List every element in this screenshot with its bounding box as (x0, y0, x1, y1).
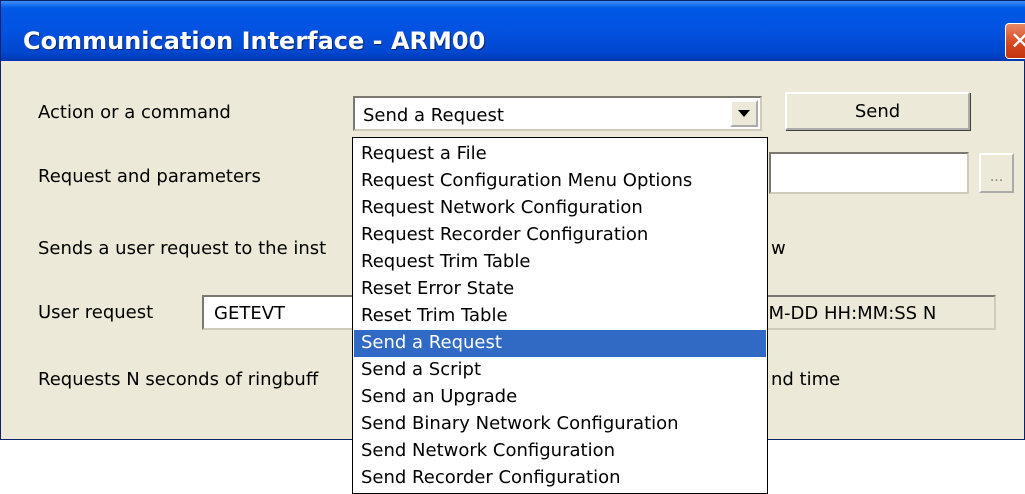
close-icon: ✕ (1009, 27, 1025, 55)
window-title: Communication Interface - ARM00 (23, 27, 486, 55)
action-combobox[interactable]: Send a Request (353, 96, 762, 131)
request-parameters-label: Request and parameters (38, 166, 261, 187)
action-label: Action or a command (38, 102, 231, 123)
format-hint-text: MM-DD HH:MM:SS N (753, 303, 937, 324)
dropdown-item[interactable]: Reset Error State (354, 276, 766, 303)
dropdown-item-selected[interactable]: Send a Request (354, 330, 766, 357)
dropdown-item[interactable]: Send a Script (354, 357, 766, 384)
format-hint-field: MM-DD HH:MM:SS N (741, 295, 996, 330)
dropdown-item[interactable]: Send an Upgrade (354, 384, 766, 411)
dropdown-item[interactable]: Request Configuration Menu Options (354, 168, 766, 195)
user-request-value: GETEVT (214, 303, 285, 324)
user-request-input[interactable]: GETEVT (202, 295, 362, 330)
dropdown-item[interactable]: Send Binary Network Configuration (354, 411, 766, 438)
dropdown-item[interactable]: Request Recorder Configuration (354, 222, 766, 249)
dropdown-item[interactable]: Request a File (354, 141, 766, 168)
close-button[interactable]: ✕ (1005, 23, 1025, 59)
chevron-down-icon (738, 110, 750, 117)
dropdown-item[interactable]: Reset Trim Table (354, 303, 766, 330)
user-request-label: User request (38, 302, 154, 323)
request-parameters-field[interactable] (769, 152, 969, 194)
action-dropdown-list[interactable]: Request a File Request Configuration Men… (352, 137, 768, 494)
description-text-left: Sends a user request to the inst (38, 238, 327, 259)
browse-button[interactable]: ... (979, 153, 1014, 193)
dropdown-item[interactable]: Send Network Configuration (354, 438, 766, 465)
dropdown-item[interactable]: Request Network Configuration (354, 195, 766, 222)
request-description-right: nd time (771, 369, 841, 390)
request-description-left: Requests N seconds of ringbuff (38, 369, 319, 390)
combobox-dropdown-button[interactable] (730, 100, 758, 127)
dropdown-item[interactable]: Request Trim Table (354, 249, 766, 276)
action-combobox-value: Send a Request (363, 105, 504, 126)
send-button[interactable]: Send (785, 92, 970, 130)
dropdown-item[interactable]: Send Recorder Configuration (354, 465, 766, 492)
description-text-right: w (771, 238, 786, 259)
title-bar[interactable]: Communication Interface - ARM00 ✕ (1, 1, 1025, 61)
